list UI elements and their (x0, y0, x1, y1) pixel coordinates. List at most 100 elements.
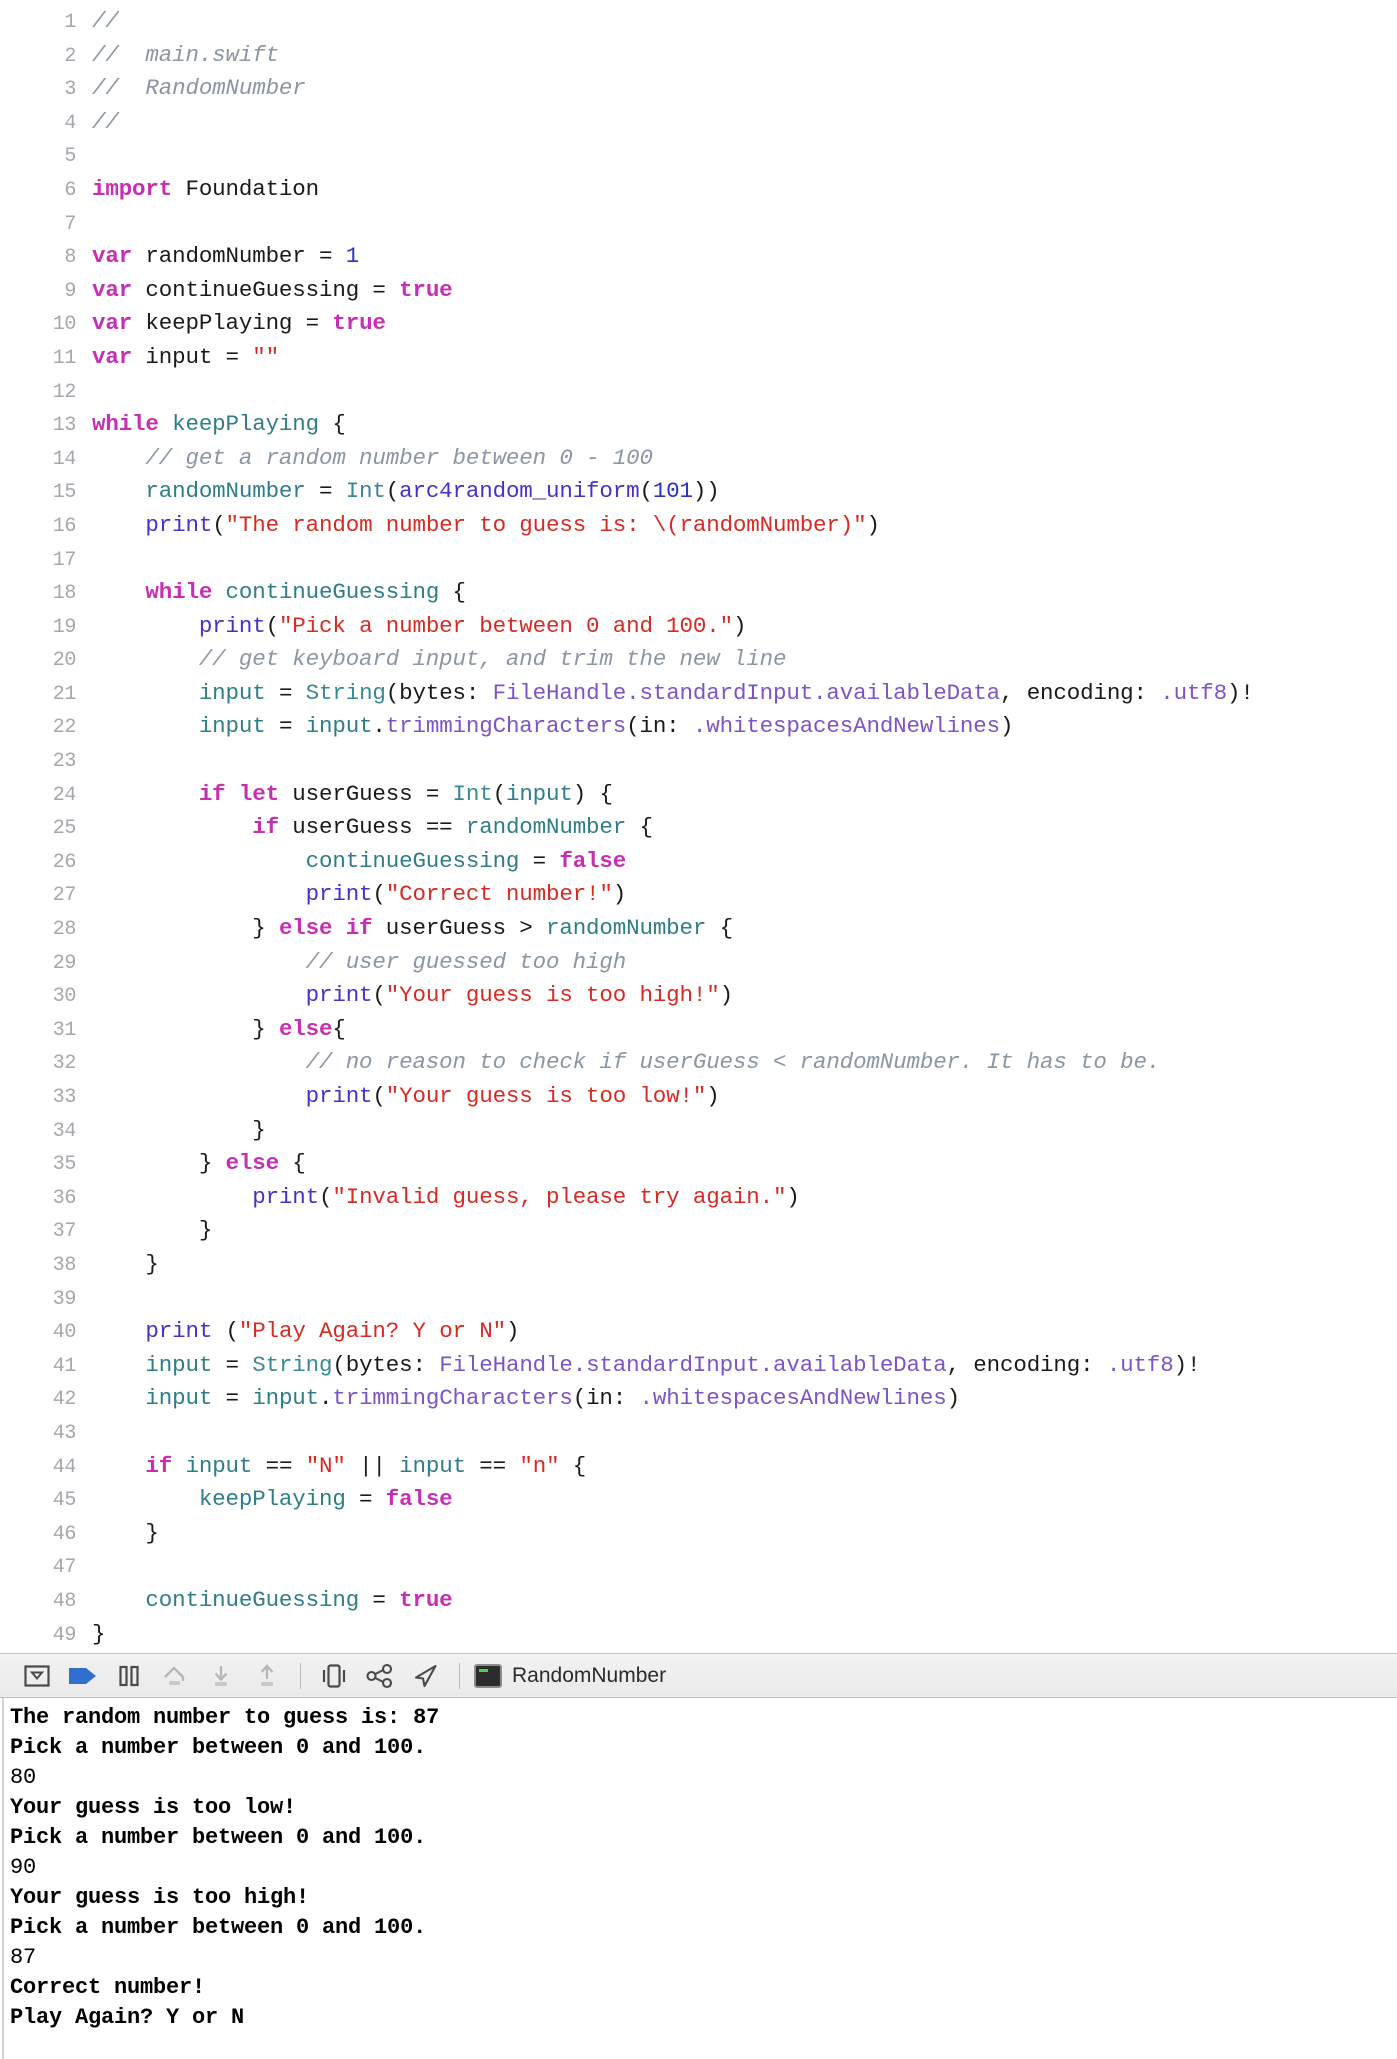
code-line[interactable]: 23 (0, 744, 1397, 778)
code-line[interactable]: 6 import Foundation (0, 173, 1397, 207)
code-line-text[interactable]: } (92, 1214, 1397, 1248)
code-line-text[interactable]: import Foundation (92, 173, 1397, 207)
code-line[interactable]: 36 print("Invalid guess, please try agai… (0, 1181, 1397, 1215)
code-line[interactable]: 40 print ("Play Again? Y or N") (0, 1315, 1397, 1349)
code-line-text[interactable] (92, 207, 1397, 241)
code-line[interactable]: 43 (0, 1416, 1397, 1450)
code-line[interactable]: 48 continueGuessing = true (0, 1584, 1397, 1618)
code-line[interactable]: 24 if let userGuess = Int(input) { (0, 778, 1397, 812)
code-line-text[interactable] (92, 375, 1397, 409)
code-line[interactable]: 2 // main.swift (0, 39, 1397, 73)
code-line[interactable]: 22 input = input.trimmingCharacters(in: … (0, 710, 1397, 744)
code-line[interactable]: 35 } else { (0, 1147, 1397, 1181)
code-line[interactable]: 13 while keepPlaying { (0, 408, 1397, 442)
code-line-text[interactable]: } else{ (92, 1013, 1397, 1047)
code-line-text[interactable]: // get keyboard input, and trim the new … (92, 643, 1397, 677)
code-line[interactable]: 8 var randomNumber = 1 (0, 240, 1397, 274)
code-line-text[interactable]: if input == "N" || input == "n" { (92, 1450, 1397, 1484)
source-editor[interactable]: 1//2// main.swift 3// RandomNumber 4//5 6i… (0, 0, 1397, 1653)
code-line-text[interactable]: print("The random number to guess is: \(… (92, 509, 1397, 543)
code-line[interactable]: 14 // get a random number between 0 - 10… (0, 442, 1397, 476)
code-line-text[interactable]: // main.swift (92, 39, 1397, 73)
hide-debug-area-button[interactable] (14, 1657, 60, 1695)
code-line[interactable]: 1 // (0, 5, 1397, 39)
console-output-pane[interactable]: The random number to guess is: 87 Pick a … (0, 1698, 1397, 2059)
code-line-text[interactable]: input = input.trimmingCharacters(in: .wh… (92, 1382, 1397, 1416)
code-line[interactable]: 7 (0, 207, 1397, 241)
code-line[interactable]: 39 (0, 1282, 1397, 1316)
view-ui-hierarchy-button[interactable] (311, 1657, 357, 1695)
code-line[interactable]: 4 // (0, 106, 1397, 140)
code-line-text[interactable]: // no reason to check if userGuess < ran… (92, 1046, 1397, 1080)
code-line[interactable]: 11 var input = "" (0, 341, 1397, 375)
code-line[interactable]: 41 input = String(bytes: FileHandle.stan… (0, 1349, 1397, 1383)
code-line-text[interactable]: // user guessed too high (92, 946, 1397, 980)
step-into-button[interactable] (198, 1657, 244, 1695)
code-line[interactable]: 17 (0, 543, 1397, 577)
code-line[interactable]: 12 (0, 375, 1397, 409)
step-over-button[interactable] (152, 1657, 198, 1695)
memory-graph-button[interactable] (357, 1657, 403, 1695)
code-line[interactable]: 37 } (0, 1214, 1397, 1248)
code-line[interactable]: 25 if userGuess == randomNumber { (0, 811, 1397, 845)
code-line[interactable]: 30 print("Your guess is too high!") (0, 979, 1397, 1013)
code-line-text[interactable] (92, 1416, 1397, 1450)
code-line-text[interactable]: print ("Play Again? Y or N") (92, 1315, 1397, 1349)
code-lines-container[interactable]: 1//2// main.swift 3// RandomNumber 4//5 6i… (0, 5, 1397, 1651)
code-line-text[interactable]: input = String(bytes: FileHandle.standar… (92, 1349, 1397, 1383)
code-line[interactable]: 20 // get keyboard input, and trim the n… (0, 643, 1397, 677)
code-line-text[interactable]: print("Your guess is too high!") (92, 979, 1397, 1013)
pause-button[interactable] (106, 1657, 152, 1695)
code-line-text[interactable]: var continueGuessing = true (92, 274, 1397, 308)
code-line[interactable]: 47 (0, 1550, 1397, 1584)
code-line-text[interactable]: if let userGuess = Int(input) { (92, 778, 1397, 812)
code-line[interactable]: 31 } else{ (0, 1013, 1397, 1047)
code-line-text[interactable]: } (92, 1618, 1397, 1652)
code-line-text[interactable]: var input = "" (92, 341, 1397, 375)
simulate-location-button[interactable] (403, 1657, 449, 1695)
code-line[interactable]: 45 keepPlaying = false (0, 1483, 1397, 1517)
code-line-text[interactable] (92, 1282, 1397, 1316)
code-line-text[interactable]: // (92, 5, 1397, 39)
code-line-text[interactable]: while continueGuessing { (92, 576, 1397, 610)
code-line[interactable]: 33 print("Your guess is too low!") (0, 1080, 1397, 1114)
code-line-text[interactable]: while keepPlaying { (92, 408, 1397, 442)
code-line-text[interactable]: // RandomNumber (92, 72, 1397, 106)
code-line-text[interactable]: randomNumber = Int(arc4random_uniform(10… (92, 475, 1397, 509)
code-line[interactable]: 46 } (0, 1517, 1397, 1551)
code-line-text[interactable]: var randomNumber = 1 (92, 240, 1397, 274)
code-line-text[interactable]: } (92, 1114, 1397, 1148)
code-line-text[interactable]: var keepPlaying = true (92, 307, 1397, 341)
code-line[interactable]: 21 input = String(bytes: FileHandle.stan… (0, 677, 1397, 711)
code-line-text[interactable]: } (92, 1517, 1397, 1551)
code-line[interactable]: 19 print("Pick a number between 0 and 10… (0, 610, 1397, 644)
code-line-text[interactable]: continueGuessing = false (92, 845, 1397, 879)
code-line-text[interactable]: // get a random number between 0 - 100 (92, 442, 1397, 476)
code-line[interactable]: 42 input = input.trimmingCharacters(in: … (0, 1382, 1397, 1416)
code-line-text[interactable] (92, 543, 1397, 577)
code-line-text[interactable]: } (92, 1248, 1397, 1282)
code-line[interactable]: 32 // no reason to check if userGuess < … (0, 1046, 1397, 1080)
code-line[interactable]: 26 continueGuessing = false (0, 845, 1397, 879)
code-line[interactable]: 3 // RandomNumber (0, 72, 1397, 106)
code-line-text[interactable]: print("Your guess is too low!") (92, 1080, 1397, 1114)
code-line[interactable]: 15 randomNumber = Int(arc4random_uniform… (0, 475, 1397, 509)
code-line-text[interactable] (92, 1550, 1397, 1584)
code-line[interactable]: 28 } else if userGuess > randomNumber { (0, 912, 1397, 946)
code-line[interactable]: 34 } (0, 1114, 1397, 1148)
code-line[interactable]: 29 // user guessed too high (0, 946, 1397, 980)
code-line-text[interactable]: print("Invalid guess, please try again."… (92, 1181, 1397, 1215)
code-line-text[interactable]: print("Pick a number between 0 and 100."… (92, 610, 1397, 644)
code-line-text[interactable]: if userGuess == randomNumber { (92, 811, 1397, 845)
code-line-text[interactable] (92, 139, 1397, 173)
code-line[interactable]: 18 while continueGuessing { (0, 576, 1397, 610)
code-line-text[interactable]: // (92, 106, 1397, 140)
code-line-text[interactable]: input = input.trimmingCharacters(in: .wh… (92, 710, 1397, 744)
code-line-text[interactable]: } else if userGuess > randomNumber { (92, 912, 1397, 946)
code-line[interactable]: 49} (0, 1618, 1397, 1652)
code-line-text[interactable]: print("Correct number!") (92, 878, 1397, 912)
code-line-text[interactable]: continueGuessing = true (92, 1584, 1397, 1618)
code-line[interactable]: 27 print("Correct number!") (0, 878, 1397, 912)
code-line[interactable]: 10 var keepPlaying = true (0, 307, 1397, 341)
console-lines-container[interactable]: The random number to guess is: 87 Pick a … (4, 1698, 1397, 2059)
